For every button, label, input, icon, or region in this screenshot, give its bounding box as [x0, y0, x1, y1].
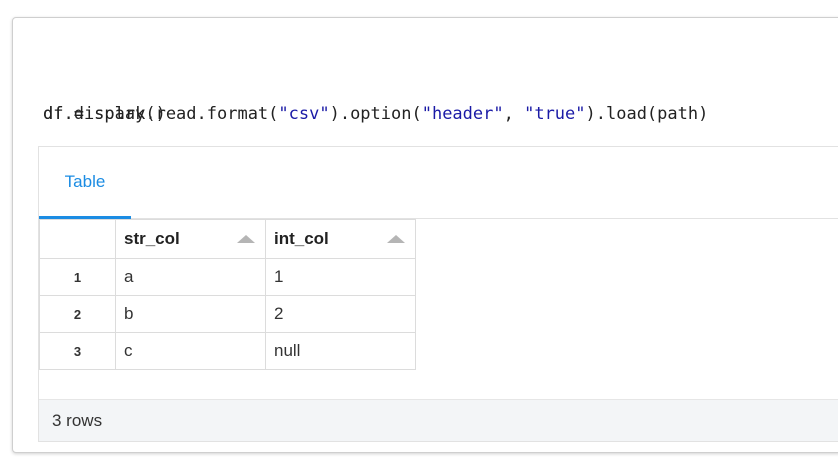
index-header — [39, 219, 116, 259]
notebook-cell: df = spark.read.format("csv").option("he… — [12, 17, 838, 453]
cell-output: Table str_col int_col 1 a 1 2 b 2 3 c nu… — [38, 146, 838, 442]
row-count-footer: 3 rows — [39, 399, 838, 441]
code-token: ).load(path) — [585, 104, 709, 124]
code-string: "csv" — [278, 104, 330, 124]
sort-up-icon[interactable] — [387, 235, 405, 243]
table-row: 2 b 2 — [39, 295, 416, 333]
column-header-int-col[interactable]: int_col — [265, 219, 416, 259]
table-header-row: str_col int_col — [39, 219, 416, 259]
table-cell[interactable]: b — [115, 295, 266, 333]
column-header-label: int_col — [274, 229, 329, 248]
row-index: 3 — [39, 332, 116, 370]
code-string: "header" — [421, 104, 504, 124]
code-string: "true" — [524, 104, 586, 124]
table-row: 3 c null — [39, 332, 416, 370]
output-tab-bar: Table — [39, 147, 838, 219]
column-header-str-col[interactable]: str_col — [115, 219, 266, 259]
table-cell[interactable]: 2 — [265, 295, 416, 333]
column-header-label: str_col — [124, 229, 180, 248]
code-line-2: df.display() — [43, 104, 166, 124]
table-cell[interactable]: a — [115, 258, 266, 296]
table-cell[interactable]: null — [265, 332, 416, 370]
row-count: 3 rows — [52, 410, 103, 430]
code-token: , — [503, 104, 525, 124]
tab-table[interactable]: Table — [39, 147, 131, 219]
row-index: 2 — [39, 295, 116, 333]
results-table: str_col int_col 1 a 1 2 b 2 3 c null — [39, 219, 416, 370]
table-cell[interactable]: c — [115, 332, 266, 370]
sort-up-icon[interactable] — [237, 235, 255, 243]
table-row: 1 a 1 — [39, 258, 416, 296]
code-token: ).option( — [329, 104, 422, 124]
row-index: 1 — [39, 258, 116, 296]
table-cell[interactable]: 1 — [265, 258, 416, 296]
